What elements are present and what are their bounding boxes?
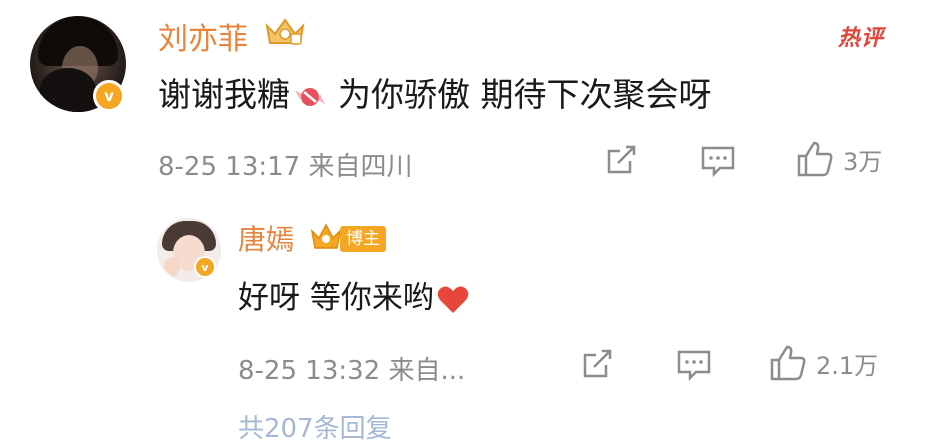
comment-icon xyxy=(677,350,711,381)
reply-meta: 8-25 13:32 来自... xyxy=(238,350,465,387)
author-badge: 博主 xyxy=(340,226,386,252)
like-button[interactable]: 3万 xyxy=(795,139,882,179)
like-icon xyxy=(770,345,806,381)
like-count: 3万 xyxy=(843,147,883,176)
avatar-hand xyxy=(164,257,180,277)
comment-text: 谢谢我糖 为你骄傲 期待下次聚会呀 xyxy=(158,68,712,116)
reply-like-button[interactable]: 2.1万 xyxy=(768,343,878,383)
share-button[interactable] xyxy=(604,143,638,177)
replier-name[interactable]: 唐嫣 xyxy=(238,218,294,258)
comment-source: 来自四川 xyxy=(308,152,413,182)
reply-time: 8-25 13:32 xyxy=(238,356,381,386)
crown-icon xyxy=(310,223,342,249)
more-replies-link[interactable]: 共207条回复 xyxy=(238,408,392,445)
commenter-name[interactable]: 刘亦菲 xyxy=(158,14,248,58)
comment-text-part2: 为你骄傲 期待下次聚会呀 xyxy=(338,75,712,114)
reply-text-body: 好呀 等你来哟 xyxy=(238,280,434,316)
like-count: 2.1万 xyxy=(816,351,879,380)
hot-comment-tag: 热评 xyxy=(838,26,885,51)
reply-source: 来自... xyxy=(388,356,466,386)
reply-comment-button[interactable] xyxy=(676,347,712,381)
comment-button[interactable] xyxy=(700,143,736,177)
like-icon xyxy=(797,141,833,177)
candy-icon xyxy=(295,87,325,106)
comment-text-part1: 谢谢我糖 xyxy=(158,75,290,114)
comment-icon xyxy=(701,146,735,177)
verified-icon: v xyxy=(93,80,125,112)
share-icon xyxy=(607,145,636,174)
comment-meta: 8-25 13:17 来自四川 xyxy=(158,146,412,183)
crown-icon xyxy=(265,18,305,45)
heart-icon xyxy=(437,286,469,313)
verified-icon: v xyxy=(194,256,216,278)
reply-text: 好呀 等你来哟 xyxy=(238,272,470,317)
reply-share-button[interactable] xyxy=(580,347,614,381)
avatar-cat xyxy=(40,68,96,112)
comment-time: 8-25 13:17 xyxy=(158,152,301,182)
share-icon xyxy=(583,349,612,378)
